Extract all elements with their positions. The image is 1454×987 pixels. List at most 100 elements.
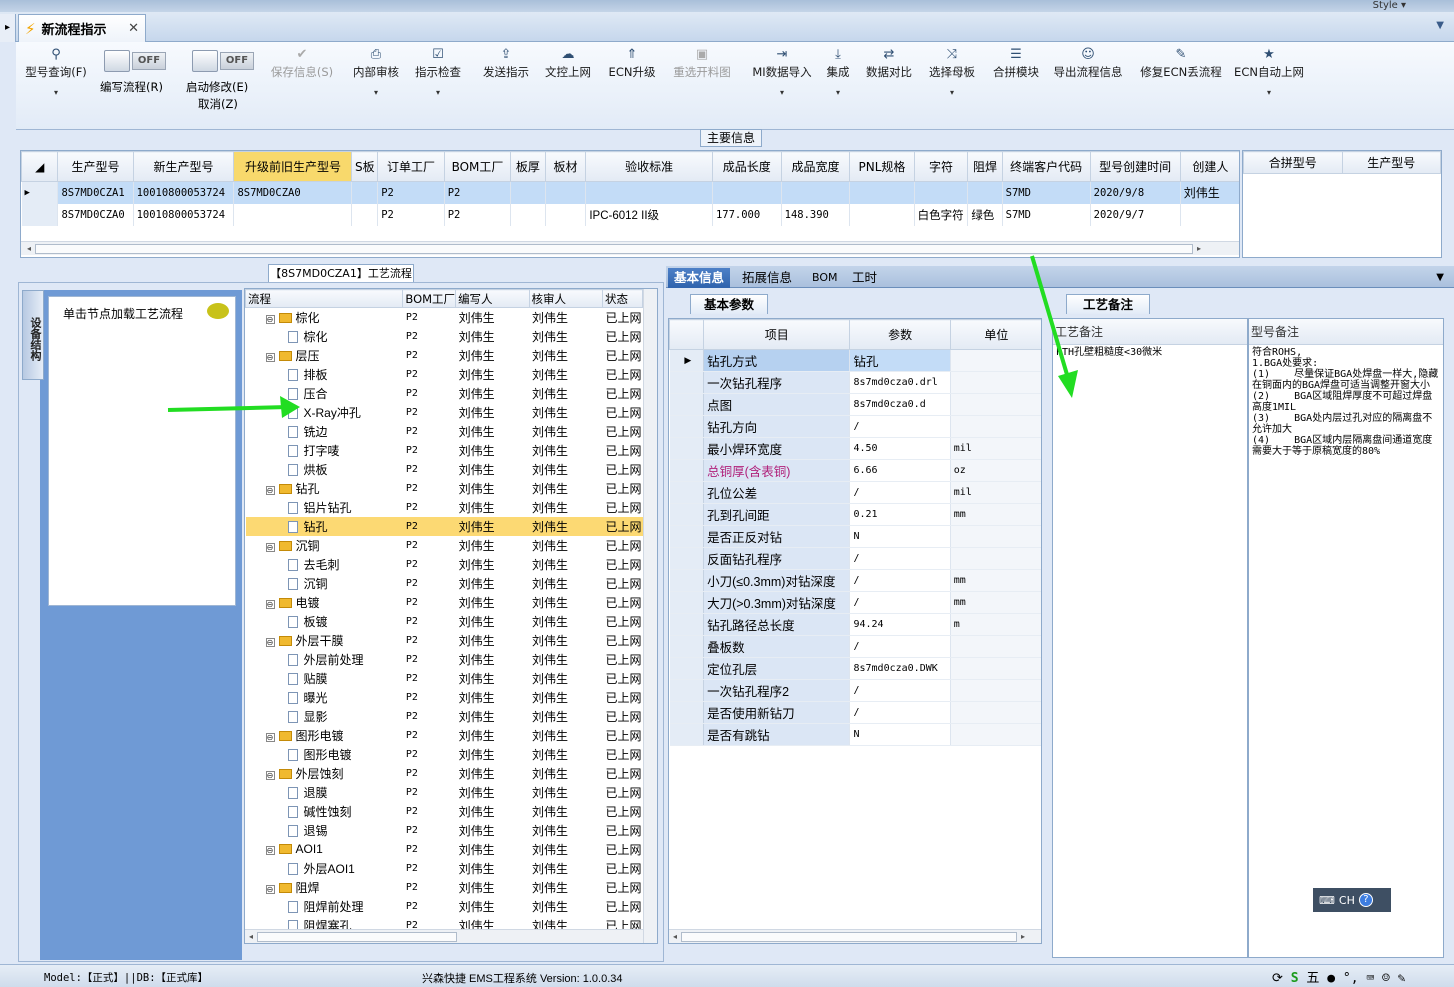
tree-node[interactable]: ⊖ 电镀 bbox=[246, 593, 403, 612]
tree-row[interactable]: 退锡 P2 刘伟生 刘伟生 已上网 bbox=[246, 821, 643, 840]
tree-row[interactable]: 铝片钻孔 P2 刘伟生 刘伟生 已上网 bbox=[246, 498, 643, 517]
tree-row[interactable]: ⊖ 电镀 P2 刘伟生 刘伟生 已上网 bbox=[246, 593, 643, 612]
collapse-icon[interactable]: ⊖ bbox=[265, 884, 275, 894]
col-header[interactable]: 阻焊 bbox=[967, 151, 1003, 182]
col-header[interactable]: 型号创建时间 bbox=[1089, 151, 1181, 182]
tree-node[interactable]: 退锡 bbox=[246, 821, 403, 840]
tree-row[interactable]: ⊖ AOI1 P2 刘伟生 刘伟生 已上网 bbox=[246, 840, 643, 859]
reselect-drawing-button[interactable]: ▣ 重选开料图 bbox=[673, 46, 731, 80]
table-row[interactable]: ▶ 8S7MD0CZA1 10010800053724 8S7MD0CZA0 P2 P2 S… bbox=[21, 181, 1239, 204]
param-row[interactable]: 一次钻孔程序 8s7md0cza0.drl bbox=[669, 371, 1041, 394]
basic-params-grid[interactable]: 项目 参数 单位 ▶ 钻孔方式 钻孔 一次钻孔程序 8s7md0cza0.drl 点图 8s7m… bbox=[668, 318, 1042, 944]
tab-menu-chevron-icon[interactable]: ▼ bbox=[1430, 268, 1450, 288]
model-query-button[interactable]: ⚲ 型号查询(F) ▾ bbox=[25, 46, 87, 97]
param-col-header[interactable]: 项目 bbox=[703, 319, 851, 350]
table-cell[interactable] bbox=[1180, 203, 1239, 226]
tree-row[interactable]: 板镀 P2 刘伟生 刘伟生 已上网 bbox=[246, 612, 643, 631]
tree-node[interactable]: ⊖ 外层蚀刻 bbox=[246, 764, 403, 783]
tree-node[interactable]: 去毛刺 bbox=[246, 555, 403, 574]
main-info-grid[interactable]: ◢ 生产型号 新生产型号 升级前旧生产型号 S板 订单工厂 BOM工厂 板厚 板材 验收标准 成品长… bbox=[20, 150, 1240, 258]
param-row[interactable]: 孔位公差 / mil bbox=[669, 481, 1041, 504]
collapse-icon[interactable]: ⊖ bbox=[265, 732, 275, 742]
tree-node[interactable]: ⊖ 沉铜 bbox=[246, 536, 403, 555]
tree-row[interactable]: ⊖ 图形电镀 P2 刘伟生 刘伟生 已上网 bbox=[246, 726, 643, 745]
tab-menu-chevron-icon[interactable]: ▼ bbox=[1436, 20, 1444, 31]
param-row[interactable]: 钻孔方向 / bbox=[669, 415, 1041, 438]
param-value[interactable]: 94.24 bbox=[849, 613, 951, 636]
param-row[interactable]: 定位孔层 8s7md0cza0.DWK bbox=[669, 657, 1041, 680]
tree-row[interactable]: 排板 P2 刘伟生 刘伟生 已上网 bbox=[246, 365, 643, 384]
table-cell[interactable] bbox=[351, 203, 379, 226]
table-cell[interactable] bbox=[545, 203, 587, 226]
table-cell[interactable]: 2020/9/8 bbox=[1090, 181, 1181, 204]
tree-row[interactable]: ⊖ 外层蚀刻 P2 刘伟生 刘伟生 已上网 bbox=[246, 764, 643, 783]
tree-row[interactable]: ⊖ 沉铜 P2 刘伟生 刘伟生 已上网 bbox=[246, 536, 643, 555]
process-tree-grid[interactable]: 流程 BOM工厂 编写人 核审人 状态 ⊖ 棕化 P2 刘伟生 刘伟生 已上网 棕化 P2 刘伟生 刘伟生… bbox=[244, 288, 658, 944]
tree-col-header[interactable]: 流程 bbox=[245, 289, 404, 308]
doc-upload-button[interactable]: ☁ 文控上网 bbox=[545, 46, 591, 80]
fix-ecn-button[interactable]: ✎ 修复ECN丢流程 bbox=[1140, 46, 1221, 80]
table-cell[interactable]: 2020/9/7 bbox=[1090, 203, 1181, 226]
integrate-button[interactable]: ⤓ 集成 ▾ bbox=[827, 46, 850, 97]
tree-node[interactable]: 棕化 bbox=[246, 327, 403, 346]
tree-node[interactable]: 板镀 bbox=[246, 612, 403, 631]
close-icon[interactable]: ✕ bbox=[128, 21, 139, 36]
instruction-check-button[interactable]: ☑ 指示检查 ▾ bbox=[415, 46, 461, 97]
table-cell[interactable]: P2 bbox=[377, 203, 445, 226]
param-value[interactable]: / bbox=[849, 679, 951, 702]
param-value[interactable]: N bbox=[849, 723, 951, 746]
collapse-icon[interactable]: ⊖ bbox=[265, 846, 275, 855]
table-cell[interactable]: 10010800053724 bbox=[133, 181, 235, 204]
param-value[interactable]: / bbox=[849, 635, 951, 658]
table-cell[interactable]: 8S7MD0CZA0 bbox=[233, 181, 353, 204]
tree-row[interactable]: 图形电镀 P2 刘伟生 刘伟生 已上网 bbox=[246, 745, 643, 764]
tree-node[interactable]: ⊖ 层压 bbox=[246, 346, 403, 365]
table-cell[interactable]: 177.000 bbox=[712, 203, 782, 226]
table-cell[interactable] bbox=[510, 181, 546, 204]
tree-node[interactable]: 显影 bbox=[246, 707, 403, 726]
save-info-button[interactable]: ✔ 保存信息(S) bbox=[271, 46, 333, 80]
param-value[interactable]: 8s7md0cza0.d bbox=[849, 393, 951, 416]
tree-node[interactable]: 沉铜 bbox=[246, 574, 403, 593]
col-header[interactable]: 成品长度 bbox=[711, 151, 782, 182]
col-header[interactable]: BOM工厂 bbox=[443, 151, 512, 182]
select-mother-button[interactable]: ⤨ 选择母板 ▾ bbox=[929, 46, 975, 97]
tree-row[interactable]: 碱性蚀刻 P2 刘伟生 刘伟生 已上网 bbox=[246, 802, 643, 821]
param-value[interactable]: N bbox=[849, 525, 951, 548]
tree-node[interactable]: 图形电镀 bbox=[246, 745, 403, 764]
table-cell[interactable]: 白色字符 bbox=[914, 203, 969, 226]
equipment-structure-tab[interactable]: 设备结构 bbox=[22, 290, 44, 380]
start-modify-toggle[interactable]: OFF bbox=[192, 50, 254, 72]
tree-row[interactable]: ⊖ 阻焊 P2 刘伟生 刘伟生 已上网 bbox=[246, 878, 643, 897]
tab-right-0[interactable]: 基本信息 bbox=[668, 268, 731, 288]
ime-toolbar[interactable]: ⌨ CH ? bbox=[1313, 888, 1391, 912]
tree-row[interactable]: 棕化 P2 刘伟生 刘伟生 已上网 bbox=[246, 327, 643, 346]
tree-row[interactable]: 外层前处理 P2 刘伟生 刘伟生 已上网 bbox=[246, 650, 643, 669]
tab-new-flow-instruction[interactable]: ⚡ 新流程指示 ✕ bbox=[18, 14, 146, 42]
col-header[interactable]: 板材 bbox=[544, 151, 587, 182]
tree-row[interactable]: ⊖ 棕化 P2 刘伟生 刘伟生 已上网 bbox=[246, 308, 643, 327]
param-value[interactable]: 4.50 bbox=[849, 437, 951, 460]
param-value[interactable]: / bbox=[849, 591, 951, 614]
model-notes-panel[interactable]: 型号备注 符合ROHS, 1.BGA处要求: (1) 尽量保证BGA处焊盘一样大… bbox=[1248, 318, 1444, 958]
ecn-auto-button[interactable]: ★ ECN自动上网 ▾ bbox=[1234, 46, 1304, 97]
tree-row[interactable]: ⊖ 层压 P2 刘伟生 刘伟生 已上网 bbox=[246, 346, 643, 365]
tree-node[interactable]: ⊖ 棕化 bbox=[246, 308, 403, 327]
table-cell[interactable]: 8S7MD0CZA1 bbox=[57, 181, 134, 204]
param-row[interactable]: 一次钻孔程序2/ bbox=[669, 679, 1041, 702]
tab-right-3[interactable]: 工时 bbox=[846, 268, 883, 288]
table-cell[interactable]: 绿色 bbox=[967, 203, 1003, 226]
table-cell[interactable] bbox=[967, 181, 1003, 204]
param-row[interactable]: 是否使用新钻刀 / bbox=[669, 701, 1041, 724]
param-value[interactable]: / bbox=[849, 481, 951, 504]
table-row[interactable]: 8S7MD0CZA0 10010800053724 P2 P2 IPC-6012 II级… bbox=[21, 203, 1239, 226]
tree-node[interactable]: 退膜 bbox=[246, 783, 403, 802]
tree-node[interactable]: 贴膜 bbox=[246, 669, 403, 688]
table-cell[interactable] bbox=[510, 203, 546, 226]
table-cell[interactable] bbox=[781, 181, 851, 204]
table-cell[interactable] bbox=[585, 181, 713, 204]
tree-row[interactable]: 钻孔 P2 刘伟生 刘伟生 已上网 bbox=[245, 516, 643, 536]
param-value[interactable]: 8s7md0cza0.DWK bbox=[849, 657, 951, 680]
tree-node[interactable]: 曝光 bbox=[246, 688, 403, 707]
col-header[interactable]: 终端客户代码 bbox=[1001, 151, 1091, 182]
